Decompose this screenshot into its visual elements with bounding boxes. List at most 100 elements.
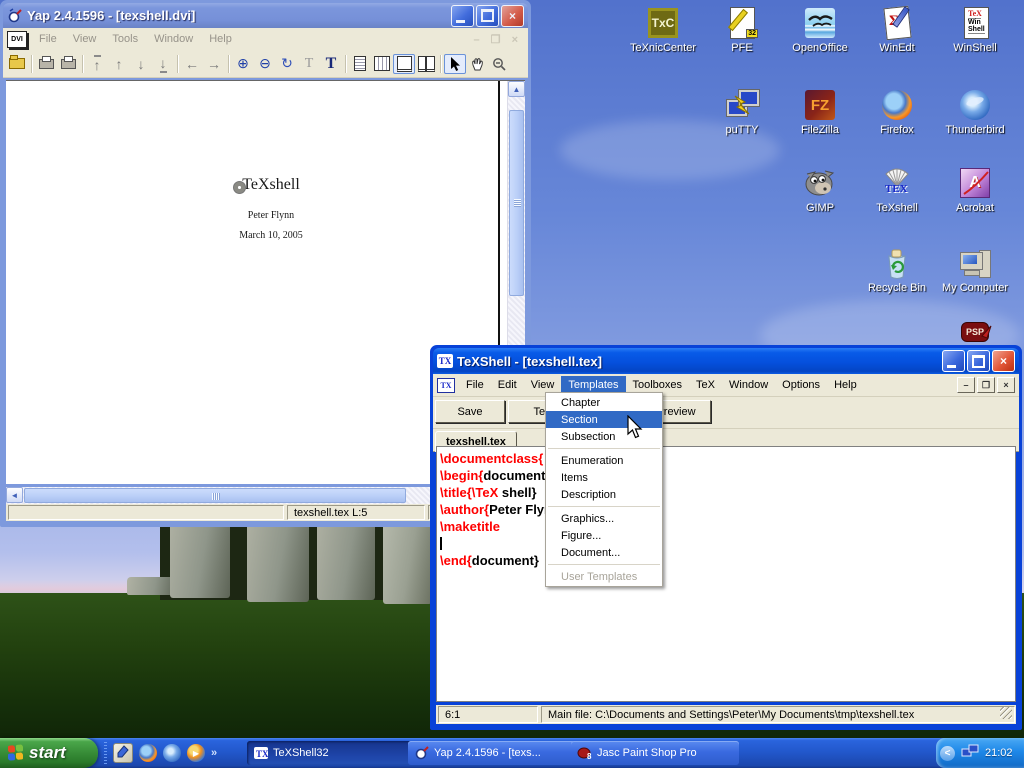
- menu-item-chapter[interactable]: Chapter: [546, 394, 662, 411]
- menu-item-description[interactable]: Description: [546, 486, 662, 503]
- menu-item-user-templates[interactable]: User Templates: [546, 568, 662, 585]
- start-button[interactable]: start: [0, 738, 98, 768]
- desktop-icon-texshell[interactable]: TEX TeXshell: [858, 166, 936, 214]
- texshell-app-icon: TX: [437, 354, 453, 368]
- zoom-out-icon[interactable]: ⊖: [254, 54, 276, 74]
- scroll-up-icon[interactable]: ▲: [508, 81, 525, 97]
- menu-separator: [548, 506, 660, 507]
- system-tray: < 21:02: [936, 738, 1024, 768]
- yap-toolbar: ↑ ↑ ↓ ↓ ← → ⊕ ⊖ ↻ T T: [3, 50, 528, 78]
- thunderbird-quicklaunch-icon[interactable]: [163, 744, 181, 762]
- refresh-icon[interactable]: ↻: [276, 54, 298, 74]
- network-tray-icon[interactable]: [961, 743, 979, 764]
- firefox-quicklaunch-icon[interactable]: [139, 744, 157, 762]
- yap-menu-view[interactable]: View: [65, 30, 105, 48]
- mdi-document-icon[interactable]: TX: [437, 378, 455, 393]
- save-button[interactable]: Save: [435, 400, 505, 423]
- desktop-icon-acrobat[interactable]: A Acrobat: [936, 166, 1014, 214]
- menu-item-figure[interactable]: Figure...: [546, 527, 662, 544]
- last-page-icon[interactable]: ↓: [152, 54, 174, 74]
- yap-menu-help[interactable]: Help: [201, 30, 240, 48]
- desktop-icon-pfe[interactable]: 32 PFE: [703, 6, 781, 54]
- two-page-width-view-icon[interactable]: [415, 54, 437, 74]
- desktop-icon-putty[interactable]: puTTY: [703, 88, 781, 136]
- desktop-icon-filezilla[interactable]: FZ FileZilla: [781, 88, 859, 136]
- ruler-tool-icon[interactable]: T: [298, 54, 320, 74]
- mdi-minimize-button[interactable]: –: [957, 377, 975, 393]
- scroll-left-icon[interactable]: ◄: [6, 487, 23, 503]
- desktop-icon-texniccenter[interactable]: TxC TeXnicCenter: [624, 6, 702, 54]
- texshell-editor[interactable]: \documentclass{ \begin{document} \title{…: [436, 446, 1016, 702]
- texshell-task-icon: TX: [253, 745, 269, 761]
- tex-menu-file[interactable]: File: [459, 376, 491, 394]
- tex-menu-help[interactable]: Help: [827, 376, 864, 394]
- taskbar-button-texshell[interactable]: TX TeXShell32: [247, 741, 414, 765]
- yap-maximize-button[interactable]: [476, 5, 499, 27]
- dvi-page-content: TeXshell Peter Flynn March 10, 2005: [166, 176, 376, 241]
- toolbar-grip[interactable]: [104, 742, 107, 764]
- media-player-quicklaunch-icon[interactable]: ▶: [187, 744, 205, 762]
- forward-icon[interactable]: →: [203, 54, 225, 74]
- texshell-close-button[interactable]: ×: [992, 350, 1015, 372]
- desktop-icon-winedt[interactable]: Σ WinEdt: [858, 6, 936, 54]
- mdi-close-button[interactable]: ×: [997, 377, 1015, 393]
- page-width-view-icon[interactable]: [393, 54, 415, 74]
- single-page-view-icon[interactable]: [349, 54, 371, 74]
- resize-grip[interactable]: [1000, 707, 1012, 719]
- first-page-icon[interactable]: ↑: [86, 54, 108, 74]
- tex-menu-window[interactable]: Window: [722, 376, 775, 394]
- hide-icons-chevron[interactable]: <: [940, 746, 955, 761]
- print-icon[interactable]: [35, 54, 57, 74]
- desktop-icon-firefox[interactable]: Firefox: [858, 88, 936, 136]
- scrollbar-thumb[interactable]: [509, 110, 524, 296]
- back-icon[interactable]: ←: [181, 54, 203, 74]
- task-label: Yap 2.4.1596 - [texs...: [434, 747, 541, 759]
- pointer-tool-icon[interactable]: [444, 54, 466, 74]
- next-page-icon[interactable]: ↓: [130, 54, 152, 74]
- tex-menu-options[interactable]: Options: [775, 376, 827, 394]
- quicklaunch-overflow-chevron[interactable]: »: [211, 747, 217, 759]
- taskbar-button-psp[interactable]: 8 Jasc Paint Shop Pro: [571, 741, 739, 765]
- show-desktop-icon[interactable]: [113, 743, 133, 763]
- scrollbar-thumb[interactable]: [24, 488, 406, 503]
- status-file: texshell.tex L:5: [287, 505, 425, 520]
- print-setup-icon[interactable]: [57, 54, 79, 74]
- tex-menu-tex[interactable]: TeX: [689, 376, 722, 394]
- desktop-icon-my-computer[interactable]: My Computer: [936, 246, 1014, 294]
- mdi-restore-button[interactable]: ❐: [977, 377, 995, 393]
- winedt-icon: Σ: [880, 6, 914, 40]
- hand-tool-icon[interactable]: [466, 54, 488, 74]
- templates-menu: Chapter Section Subsection Enumeration I…: [545, 392, 663, 587]
- desktop-icon-openoffice[interactable]: OpenOffice: [781, 6, 859, 54]
- dvi-file-icon[interactable]: DVI: [7, 31, 27, 48]
- zoom-in-icon[interactable]: ⊕: [232, 54, 254, 74]
- yap-menu-tools[interactable]: Tools: [104, 30, 146, 48]
- desktop-icon-recycle-bin[interactable]: Recycle Bin: [858, 246, 936, 294]
- continuous-view-icon[interactable]: [371, 54, 393, 74]
- taskbar-button-yap[interactable]: Yap 2.4.1596 - [texs...: [408, 741, 577, 765]
- code-line: \end{document}: [440, 552, 1015, 569]
- texshell-minimize-button[interactable]: [942, 350, 965, 372]
- tex-menu-edit[interactable]: Edit: [491, 376, 524, 394]
- text-tool-icon[interactable]: T: [320, 54, 342, 74]
- texshell-maximize-button[interactable]: [967, 350, 990, 372]
- cursor-position: 6:1: [438, 706, 538, 723]
- menu-item-enumeration[interactable]: Enumeration: [546, 452, 662, 469]
- menu-item-items[interactable]: Items: [546, 469, 662, 486]
- yap-titlebar[interactable]: Yap 2.4.1596 - [texshell.dvi] ×: [3, 3, 528, 28]
- open-icon[interactable]: [6, 54, 28, 74]
- yap-mdi-controls[interactable]: – ❐ ×: [473, 33, 522, 46]
- magnifier-tool-icon[interactable]: [488, 54, 510, 74]
- desktop-icon-gimp[interactable]: GIMP: [781, 166, 859, 214]
- desktop-icon-winshell[interactable]: TeX Win Shell WinShell: [936, 6, 1014, 54]
- yap-close-button[interactable]: ×: [501, 5, 524, 27]
- yap-menu-window[interactable]: Window: [146, 30, 201, 48]
- menu-item-document[interactable]: Document...: [546, 544, 662, 561]
- previous-page-icon[interactable]: ↑: [108, 54, 130, 74]
- yap-minimize-button[interactable]: [451, 5, 474, 27]
- yap-menu-file[interactable]: File: [31, 30, 65, 48]
- desktop-icon-thunderbird[interactable]: Thunderbird: [936, 88, 1014, 136]
- texshell-icon: TEX: [880, 166, 914, 200]
- texshell-titlebar[interactable]: TX TeXShell - [texshell.tex] ×: [433, 348, 1019, 374]
- menu-item-graphics[interactable]: Graphics...: [546, 510, 662, 527]
